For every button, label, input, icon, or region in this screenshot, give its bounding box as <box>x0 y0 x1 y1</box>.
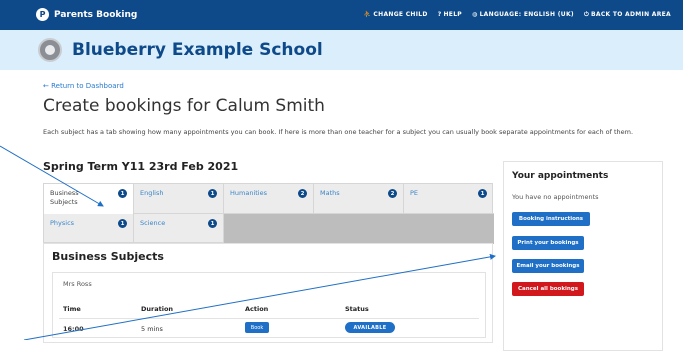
brand[interactable]: P Parents Booking <box>36 8 137 21</box>
brand-name: Parents Booking <box>54 9 138 20</box>
booking-instructions-button[interactable]: Booking instructions <box>512 212 590 226</box>
change-child-link[interactable]: ⛹ CHANGE CHILD <box>364 11 428 19</box>
slot-time: 16:00 <box>63 325 84 333</box>
tab-label: English <box>140 189 164 197</box>
tab-pe[interactable]: PE 1 <box>404 184 494 214</box>
teacher-card: Mrs Ross Time Duration Action Status 16:… <box>52 272 486 338</box>
email-bookings-button[interactable]: Email your bookings <box>512 259 584 273</box>
appointment-count-badge: 1 <box>208 219 217 228</box>
tab-label: Physics <box>50 219 75 227</box>
tab-english[interactable]: English 1 <box>134 184 224 214</box>
subject-tabs: Business Subjects 1 English 1 Humanities… <box>43 183 494 244</box>
tab-physics[interactable]: Physics 1 <box>44 214 134 244</box>
page-title: Create bookings for Calum Smith <box>43 96 325 116</box>
appointments-title: Your appointments <box>512 171 609 181</box>
appointment-count-badge: 1 <box>118 219 127 228</box>
appointment-count-badge: 1 <box>208 189 217 198</box>
book-button[interactable]: Book <box>245 322 269 333</box>
tab-maths[interactable]: Maths 2 <box>314 184 404 214</box>
subject-panel: Business Subjects Mrs Ross Time Duration… <box>43 243 493 343</box>
language-link[interactable]: ◍ LANGUAGE: ENGLISH (UK) <box>472 11 574 19</box>
teacher-name: Mrs Ross <box>63 280 92 288</box>
term-title: Spring Term Y11 23rd Feb 2021 <box>43 160 239 173</box>
column-header-duration: Duration <box>141 305 174 313</box>
appointment-count-badge: 1 <box>118 189 127 198</box>
column-header-status: Status <box>345 305 369 313</box>
tab-label: Science <box>140 219 166 227</box>
slot-duration: 5 mins <box>141 325 163 333</box>
your-appointments-panel: Your appointments You have no appointmen… <box>503 161 663 351</box>
power-icon: ⏻ <box>583 11 590 18</box>
top-nav: ⛹ CHANGE CHILD ? HELP ◍ LANGUAGE: ENGLISH (… <box>364 11 671 19</box>
intro-text: Each subject has a tab showing how many … <box>43 128 634 136</box>
back-to-admin-link[interactable]: ⏻ BACK TO ADMIN AREA <box>584 11 671 19</box>
no-appointments-text: You have no appointments <box>512 193 599 201</box>
help-icon: ? <box>437 11 442 18</box>
tab-label: Maths <box>320 189 340 197</box>
panel-title: Business Subjects <box>52 250 164 263</box>
people-icon: ⛹ <box>363 11 372 18</box>
top-bar: P Parents Booking ⛹ CHANGE CHILD ? HELP ◍ L… <box>0 0 683 30</box>
tab-business-subjects[interactable]: Business Subjects 1 <box>44 184 134 214</box>
appointment-count-badge: 1 <box>478 189 487 198</box>
status-badge: AVAILABLE <box>345 322 395 333</box>
globe-icon: ◍ <box>472 11 478 18</box>
school-logo-icon <box>38 38 62 62</box>
column-header-action: Action <box>245 305 269 313</box>
tab-humanities[interactable]: Humanities 2 <box>224 184 314 214</box>
tab-filler <box>224 214 494 244</box>
parents-booking-logo-icon: P <box>36 8 49 21</box>
appointment-count-badge: 2 <box>388 189 397 198</box>
tab-label: Humanities <box>230 189 267 197</box>
help-link[interactable]: ? HELP <box>438 11 462 19</box>
cancel-all-bookings-button[interactable]: Cancel all bookings <box>512 282 584 296</box>
tab-science[interactable]: Science 1 <box>134 214 224 244</box>
return-to-dashboard-link[interactable]: ← Return to Dashboard <box>43 82 124 90</box>
column-header-time: Time <box>63 305 81 313</box>
school-header: Blueberry Example School <box>0 30 683 70</box>
divider <box>59 318 479 319</box>
tab-label: PE <box>410 189 419 197</box>
tab-label: Business Subjects <box>50 189 79 206</box>
school-name: Blueberry Example School <box>72 40 323 60</box>
print-bookings-button[interactable]: Print your bookings <box>512 236 584 250</box>
appointment-count-badge: 2 <box>298 189 307 198</box>
